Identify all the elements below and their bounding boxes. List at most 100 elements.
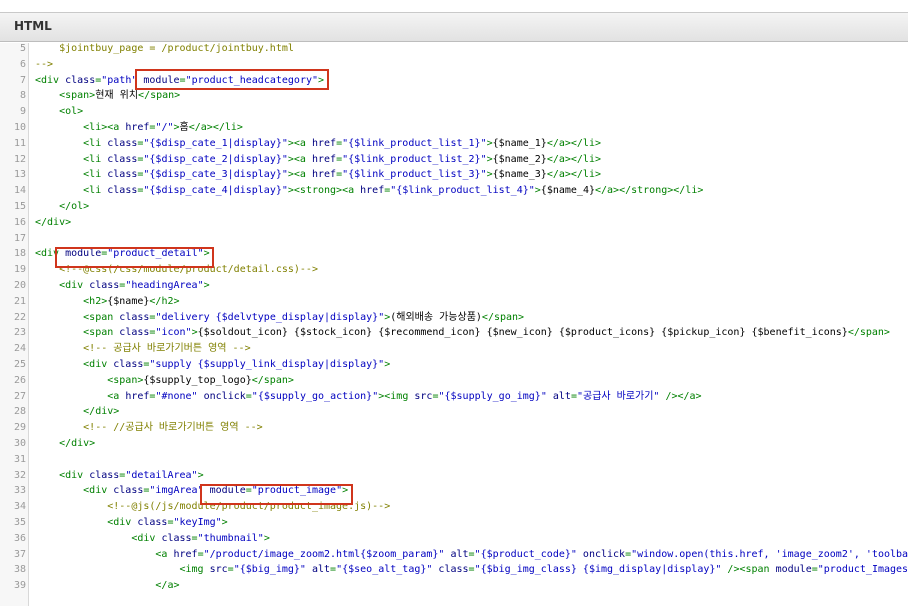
code-line: 13 <li class="{$disp_cate_3|display}"><a… bbox=[0, 167, 908, 183]
code-text: <li class="{$disp_cate_1|display}"><a hr… bbox=[35, 136, 601, 152]
code-token: class bbox=[59, 74, 96, 86]
code-token: > bbox=[203, 279, 210, 291]
code-text: <ol> bbox=[35, 104, 83, 120]
code-token: {$name_3} bbox=[492, 169, 547, 181]
code-token: "path" bbox=[101, 74, 138, 86]
code-token: {$name_2} bbox=[492, 153, 547, 165]
line-number: 36 bbox=[13, 532, 26, 544]
code-line: 17 bbox=[0, 231, 908, 247]
code-text: <span>{$supply_top_logo}</span> bbox=[35, 373, 294, 389]
line-number: 20 bbox=[13, 279, 26, 291]
code-token: class bbox=[101, 137, 138, 149]
code-token: <li bbox=[35, 137, 102, 149]
code-token: <ol> bbox=[35, 106, 84, 118]
line-number: 26 bbox=[13, 374, 26, 386]
code-token: <div bbox=[35, 516, 132, 528]
code-token: class bbox=[101, 153, 138, 165]
code-token: </span> bbox=[251, 374, 294, 386]
code-text: --> bbox=[35, 57, 53, 73]
line-number: 25 bbox=[13, 358, 26, 370]
code-token: "product_Imagestyle" bbox=[817, 564, 908, 576]
code-line: 26 <span>{$supply_top_logo}</span> bbox=[0, 373, 908, 389]
code-token: onclick bbox=[576, 548, 626, 560]
code-token: <li><a bbox=[35, 121, 120, 133]
line-number: 12 bbox=[13, 153, 26, 165]
line-number: 39 bbox=[13, 580, 26, 592]
code-token: "{$supply_go_action}" bbox=[251, 390, 379, 402]
line-number: 18 bbox=[13, 248, 26, 260]
code-token: href bbox=[305, 137, 337, 149]
highlight-box-product-detail bbox=[55, 247, 214, 268]
code-token: <span> bbox=[35, 374, 144, 386]
code-token: {$supply_top_logo} bbox=[143, 374, 252, 386]
code-token: <div bbox=[35, 74, 60, 86]
code-line: 22 <span class="delivery {$delvtype_disp… bbox=[0, 310, 908, 326]
code-token: alt bbox=[444, 548, 469, 560]
code-line: 16 </div> bbox=[0, 215, 908, 231]
code-token: class bbox=[107, 358, 144, 370]
line-number: 21 bbox=[13, 295, 26, 307]
code-text: $jointbuy_page = /product/jointbuy.html bbox=[35, 43, 294, 57]
code-text: </div> bbox=[35, 215, 71, 231]
code-line: 12 <li class="{$disp_cate_2|display}"><a… bbox=[0, 152, 908, 168]
code-token: 홈 bbox=[179, 121, 189, 133]
code-token: (해외배송 가능상품) bbox=[390, 311, 482, 323]
code-line: 10 <li><a href="/">홈</a></li> bbox=[0, 120, 908, 136]
code-token: "{$link_product_list_2}" bbox=[342, 153, 487, 165]
code-token: class bbox=[107, 485, 144, 497]
code-token: {$name_1} bbox=[492, 137, 547, 149]
code-text: <!-- 공급사 바로가기버튼 영역 --> bbox=[35, 341, 250, 357]
code-text: <a href="/product/image_zoom2.html{$zoom… bbox=[35, 547, 908, 563]
code-token: "{$disp_cate_4|display}" bbox=[143, 185, 288, 197]
code-token: <a bbox=[35, 548, 168, 560]
code-text: <a href="#none" onclick="{$supply_go_act… bbox=[35, 389, 701, 405]
code-token: ><a bbox=[287, 153, 306, 165]
code-token: src bbox=[408, 390, 433, 402]
line-number: 7 bbox=[19, 74, 26, 86]
code-token: "{$supply_go_img}" bbox=[438, 390, 547, 402]
code-token: "window.open(this.href, 'image_zoom2', '… bbox=[631, 548, 908, 560]
code-text: </div> bbox=[35, 436, 95, 452]
code-line: 39 </a> bbox=[0, 578, 908, 594]
code-token: <a bbox=[35, 390, 120, 402]
code-token: src bbox=[203, 564, 228, 576]
line-number: 33 bbox=[13, 485, 26, 497]
code-token: <h2> bbox=[35, 295, 108, 307]
line-number: 37 bbox=[13, 548, 26, 560]
code-text: <span>현재 위치</span> bbox=[35, 88, 180, 104]
line-number: 17 bbox=[13, 232, 26, 244]
code-token: href bbox=[119, 390, 150, 402]
panel-title: HTML bbox=[14, 19, 52, 33]
line-number: 32 bbox=[13, 469, 26, 481]
code-token: </a></li> bbox=[546, 169, 601, 181]
code-line: 28 </div> bbox=[0, 404, 908, 420]
code-line: 34 <!--@js(/js/module/product/product_im… bbox=[0, 499, 908, 515]
code-lines: 5 $jointbuy_page = /product/jointbuy.htm… bbox=[0, 43, 908, 594]
code-token: </a> bbox=[35, 580, 180, 592]
code-text: </div> bbox=[35, 404, 119, 420]
code-token: <li bbox=[35, 185, 102, 197]
code-line: 36 <div class="thumbnail"> bbox=[0, 531, 908, 547]
code-token: </ol> bbox=[35, 200, 90, 212]
code-token: class bbox=[113, 327, 150, 339]
code-token: </span> bbox=[138, 90, 181, 102]
code-token: <img bbox=[35, 564, 204, 576]
code-line: 35 <div class="keyImg"> bbox=[0, 515, 908, 531]
code-token: class bbox=[432, 564, 469, 576]
code-token: href bbox=[167, 548, 198, 560]
code-token: <div bbox=[35, 279, 84, 291]
code-line: 37 <a href="/product/image_zoom2.html{$z… bbox=[0, 547, 908, 563]
code-line: 14 <li class="{$disp_cate_4|display}"><s… bbox=[0, 183, 908, 199]
code-editor[interactable]: 5 $jointbuy_page = /product/jointbuy.htm… bbox=[0, 43, 908, 606]
line-number: 19 bbox=[13, 264, 26, 276]
code-text: <h2>{$name}</h2> bbox=[35, 294, 179, 310]
code-text: <!-- //공급사 바로가기버튼 영역 --> bbox=[35, 420, 262, 436]
code-token: > bbox=[221, 516, 228, 528]
line-number: 6 bbox=[19, 58, 26, 70]
code-token: "{$disp_cate_2|display}" bbox=[143, 153, 288, 165]
code-text: <li class="{$disp_cate_2|display}"><a hr… bbox=[35, 152, 601, 168]
code-token: href bbox=[354, 185, 385, 197]
line-number: 11 bbox=[13, 137, 26, 149]
line-number: 30 bbox=[13, 437, 26, 449]
code-token: "공급사 바로가기" bbox=[576, 390, 660, 402]
